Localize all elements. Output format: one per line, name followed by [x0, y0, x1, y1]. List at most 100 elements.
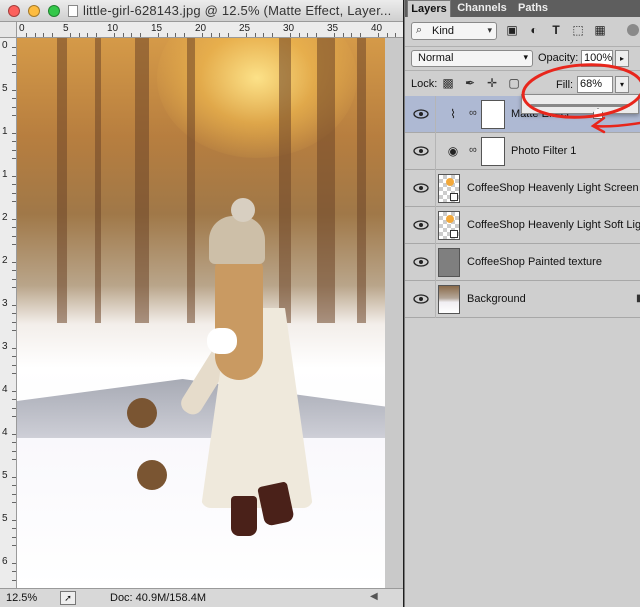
visibility-eye-icon[interactable]	[413, 293, 429, 305]
layer-thumbnail[interactable]	[438, 285, 460, 314]
lock-transparent-icon[interactable]: ▩	[441, 76, 455, 90]
layer-name[interactable]: Background	[467, 293, 526, 305]
link-chain-icon[interactable]: ∞	[469, 144, 477, 156]
ruler-tick	[87, 33, 89, 37]
layer-mask-thumbnail[interactable]	[481, 100, 505, 129]
ruler-origin[interactable]	[0, 22, 17, 38]
zoom-level[interactable]: 12.5%	[6, 592, 37, 604]
visibility-eye-icon[interactable]	[413, 182, 429, 194]
layer-mask-thumbnail[interactable]	[481, 137, 505, 166]
visibility-eye-icon[interactable]	[413, 256, 429, 268]
ruler-tick	[307, 33, 309, 37]
pasteboard	[385, 38, 403, 588]
divider	[435, 170, 436, 207]
status-menu-arrow-icon[interactable]: ➚	[60, 591, 76, 605]
ruler-tick-label: 5	[63, 23, 69, 34]
layer-thumbnail[interactable]	[438, 248, 460, 277]
lock-row: Lock: ▩ ✒ ✛ ▢ Fill: 68% ▾	[405, 70, 640, 94]
ruler-tick-label: 25	[239, 23, 251, 34]
ruler-tick-label: 0	[19, 23, 25, 34]
vertical-ruler[interactable]: 0 5 1 1 2 2 3 3 4 4 5 5 6	[0, 38, 17, 588]
ruler-tick	[52, 33, 54, 37]
ruler-tick	[333, 33, 335, 37]
horizontal-ruler[interactable]: 0 5 10 15 20 25 30 35 40	[17, 22, 403, 38]
layer-thumbnail[interactable]	[438, 174, 460, 203]
fill-slider-track[interactable]	[530, 104, 630, 119]
layer-name[interactable]: CoffeeShop Heavenly Light Screen	[467, 182, 639, 194]
layer-row-heavenly-light-screen[interactable]: CoffeeShop Heavenly Light Screen	[405, 170, 640, 207]
layer-name[interactable]: Photo Filter 1	[511, 145, 576, 157]
blend-mode-select[interactable]: Normal ▾	[411, 50, 533, 67]
panel-tab-bar: Layers Channels Paths	[405, 0, 640, 17]
maximize-window-button[interactable]	[48, 5, 60, 17]
filter-pixel-icon[interactable]: ▣	[505, 23, 519, 37]
filter-smart-object-icon[interactable]: ▦	[593, 23, 607, 37]
ruler-tick-label: 30	[283, 23, 295, 34]
ruler-tick-label: 0	[2, 40, 8, 51]
ruler-tick	[157, 33, 159, 37]
lock-label: Lock:	[411, 78, 438, 90]
tab-channels[interactable]: Channels	[453, 0, 511, 17]
chevron-down-icon: ▾	[523, 52, 528, 62]
opacity-slider-button[interactable]: ▸	[615, 50, 629, 67]
image-canvas[interactable]	[17, 38, 385, 588]
layer-row-photo-filter[interactable]: ◉ ∞ Photo Filter 1	[405, 133, 640, 170]
visibility-eye-icon[interactable]	[413, 108, 429, 120]
ruler-tick	[12, 184, 16, 186]
layer-name[interactable]: CoffeeShop Heavenly Light Soft Light	[467, 219, 640, 231]
lock-paint-brush-icon[interactable]: ✒	[463, 76, 477, 90]
fill-slider-button[interactable]: ▾	[615, 76, 629, 93]
texture-thumbnail-fill	[439, 249, 459, 276]
ruler-tick	[12, 287, 16, 289]
ruler-tick	[12, 562, 16, 564]
ruler-tick-label: 5	[2, 470, 8, 481]
ruler-tick	[12, 321, 16, 323]
ruler-tick	[12, 536, 16, 538]
divider	[435, 133, 436, 170]
filter-type-icon[interactable]: T	[549, 23, 563, 37]
document-titlebar[interactable]: little-girl-628143.jpg @ 12.5% (Matte Ef…	[0, 0, 403, 22]
layer-row-painted-texture[interactable]: CoffeeShop Painted texture	[405, 244, 640, 281]
ruler-tick	[245, 33, 247, 37]
ruler-tick	[12, 330, 16, 332]
close-window-button[interactable]	[8, 5, 20, 17]
filter-shape-icon[interactable]: ⬚	[571, 23, 585, 37]
filter-kind-select[interactable]: ⌕ Kind ▾	[411, 22, 497, 40]
filter-adjustment-icon[interactable]: ◐	[527, 23, 541, 37]
ruler-tick	[12, 442, 16, 444]
ruler-tick	[166, 33, 168, 37]
layer-row-heavenly-light-soft-light[interactable]: CoffeeShop Heavenly Light Soft Light	[405, 207, 640, 244]
ruler-tick-label: 5	[2, 83, 8, 94]
ruler-tick-label: 10	[107, 23, 119, 34]
fill-slider-thumb[interactable]	[593, 108, 603, 119]
ruler-tick	[12, 244, 16, 246]
tab-paths[interactable]: Paths	[513, 0, 553, 17]
fill-input[interactable]: 68%	[577, 76, 613, 93]
scroll-left-icon[interactable]: ◀	[370, 591, 378, 602]
tree-trunk	[187, 38, 195, 323]
opacity-input[interactable]: 100%	[581, 50, 613, 67]
ruler-tick-label: 1	[2, 169, 8, 180]
ruler-tick	[12, 347, 16, 349]
visibility-eye-icon[interactable]	[413, 219, 429, 231]
ruler-tick	[12, 175, 16, 177]
link-chain-icon[interactable]: ∞	[469, 107, 477, 119]
tree-trunk	[57, 38, 67, 323]
tab-layers[interactable]: Layers	[407, 0, 451, 17]
document-window: little-girl-628143.jpg @ 12.5% (Matte Ef…	[0, 0, 403, 607]
ruler-tick	[12, 502, 16, 504]
divider	[435, 244, 436, 281]
filter-toggle[interactable]	[627, 24, 639, 36]
document-size: Doc: 40.9M/158.4M	[110, 592, 206, 604]
ruler-tick	[12, 192, 16, 194]
layer-row-background[interactable]: Background ▮	[405, 281, 640, 318]
lock-position-move-icon[interactable]: ✛	[485, 76, 499, 90]
curves-icon: ⌇	[450, 107, 456, 121]
minimize-window-button[interactable]	[28, 5, 40, 17]
filter-kind-label: Kind	[432, 25, 455, 37]
layer-name[interactable]: CoffeeShop Painted texture	[467, 256, 602, 268]
visibility-eye-icon[interactable]	[413, 145, 429, 157]
ruler-tick	[184, 33, 186, 37]
layer-thumbnail[interactable]	[438, 211, 460, 240]
lock-all-icon[interactable]: ▢	[507, 76, 521, 90]
